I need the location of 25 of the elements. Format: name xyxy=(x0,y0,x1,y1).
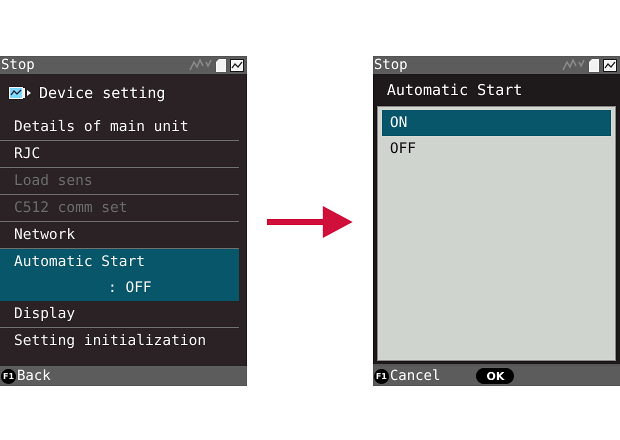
dialog-title: Automatic Start xyxy=(386,80,524,101)
footer-label[interactable]: Back xyxy=(17,368,51,384)
chart-icon xyxy=(602,58,617,72)
memory-card-icon xyxy=(216,58,226,72)
signal-icon xyxy=(560,58,585,72)
menu-item[interactable]: Setting initialization xyxy=(0,328,240,354)
footer-label[interactable]: Cancel xyxy=(390,368,440,384)
status-text: Stop xyxy=(1,56,35,74)
menu-item[interactable]: RJC xyxy=(0,141,240,168)
menu-item[interactable]: Details of main unit xyxy=(0,114,240,141)
settings-chart-icon xyxy=(9,87,31,99)
menu-item[interactable]: Automatic Start : OFF xyxy=(0,249,240,301)
item-value: : OFF xyxy=(107,279,153,298)
memory-card-icon xyxy=(588,58,599,72)
chart-icon xyxy=(230,58,244,72)
item-label: Automatic Start xyxy=(14,253,146,272)
option-item[interactable]: OFF xyxy=(382,136,611,162)
menu-item[interactable]: Display xyxy=(0,301,240,328)
menu-title: Device setting xyxy=(39,84,166,102)
status-text: Stop xyxy=(374,56,408,74)
function-key-badge: F1 xyxy=(374,368,389,384)
ok-button[interactable]: OK xyxy=(476,368,514,384)
function-key-badge: F1 xyxy=(1,368,16,384)
signal-icon xyxy=(188,58,212,72)
option-item[interactable]: ON xyxy=(382,110,611,136)
